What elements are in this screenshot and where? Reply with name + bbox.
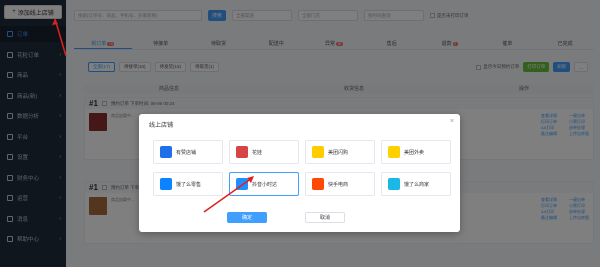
- platform-label: 有赞店铺: [176, 149, 197, 156]
- platform-option[interactable]: 快手电商: [305, 172, 375, 196]
- platform-option[interactable]: 美团闪购: [305, 140, 375, 164]
- platform-label: 快手电商: [328, 181, 349, 188]
- eleme-merchant-icon: [388, 178, 400, 190]
- douyin-icon: [236, 178, 248, 190]
- youzan-icon: [160, 146, 172, 158]
- online-store-dialog: 线上店铺 × 有赞店铺 花娃 美团闪购 美团外卖饿了么零售 抖音小时达 快手电商 饿了么商家…: [139, 114, 460, 232]
- kuaishou-icon: [312, 178, 324, 190]
- platform-label: 花娃: [252, 149, 263, 156]
- platform-option[interactable]: 美团外卖: [381, 140, 451, 164]
- confirm-button[interactable]: 确定: [227, 212, 267, 223]
- platform-option[interactable]: 饿了么商家: [381, 172, 451, 196]
- platform-option[interactable]: 饿了么零售: [153, 172, 223, 196]
- meituan-waimai-icon: [388, 146, 400, 158]
- platform-option[interactable]: 有赞店铺: [153, 140, 223, 164]
- platform-label: 饿了么零售: [176, 181, 202, 188]
- close-icon[interactable]: ×: [450, 118, 454, 125]
- dialog-title: 线上店铺: [149, 123, 174, 129]
- meituan-shangou-icon: [312, 146, 324, 158]
- platform-option[interactable]: 花娃: [229, 140, 299, 164]
- platform-label: 美团闪购: [328, 149, 349, 156]
- huawa-icon: [236, 146, 248, 158]
- platform-label: 饿了么商家: [404, 181, 430, 188]
- platform-option[interactable]: 抖音小时达: [229, 172, 299, 196]
- cancel-button[interactable]: 取消: [305, 212, 345, 223]
- eleme-retail-icon: [160, 178, 172, 190]
- platform-label: 美团外卖: [404, 149, 425, 156]
- platform-label: 抖音小时达: [252, 181, 278, 188]
